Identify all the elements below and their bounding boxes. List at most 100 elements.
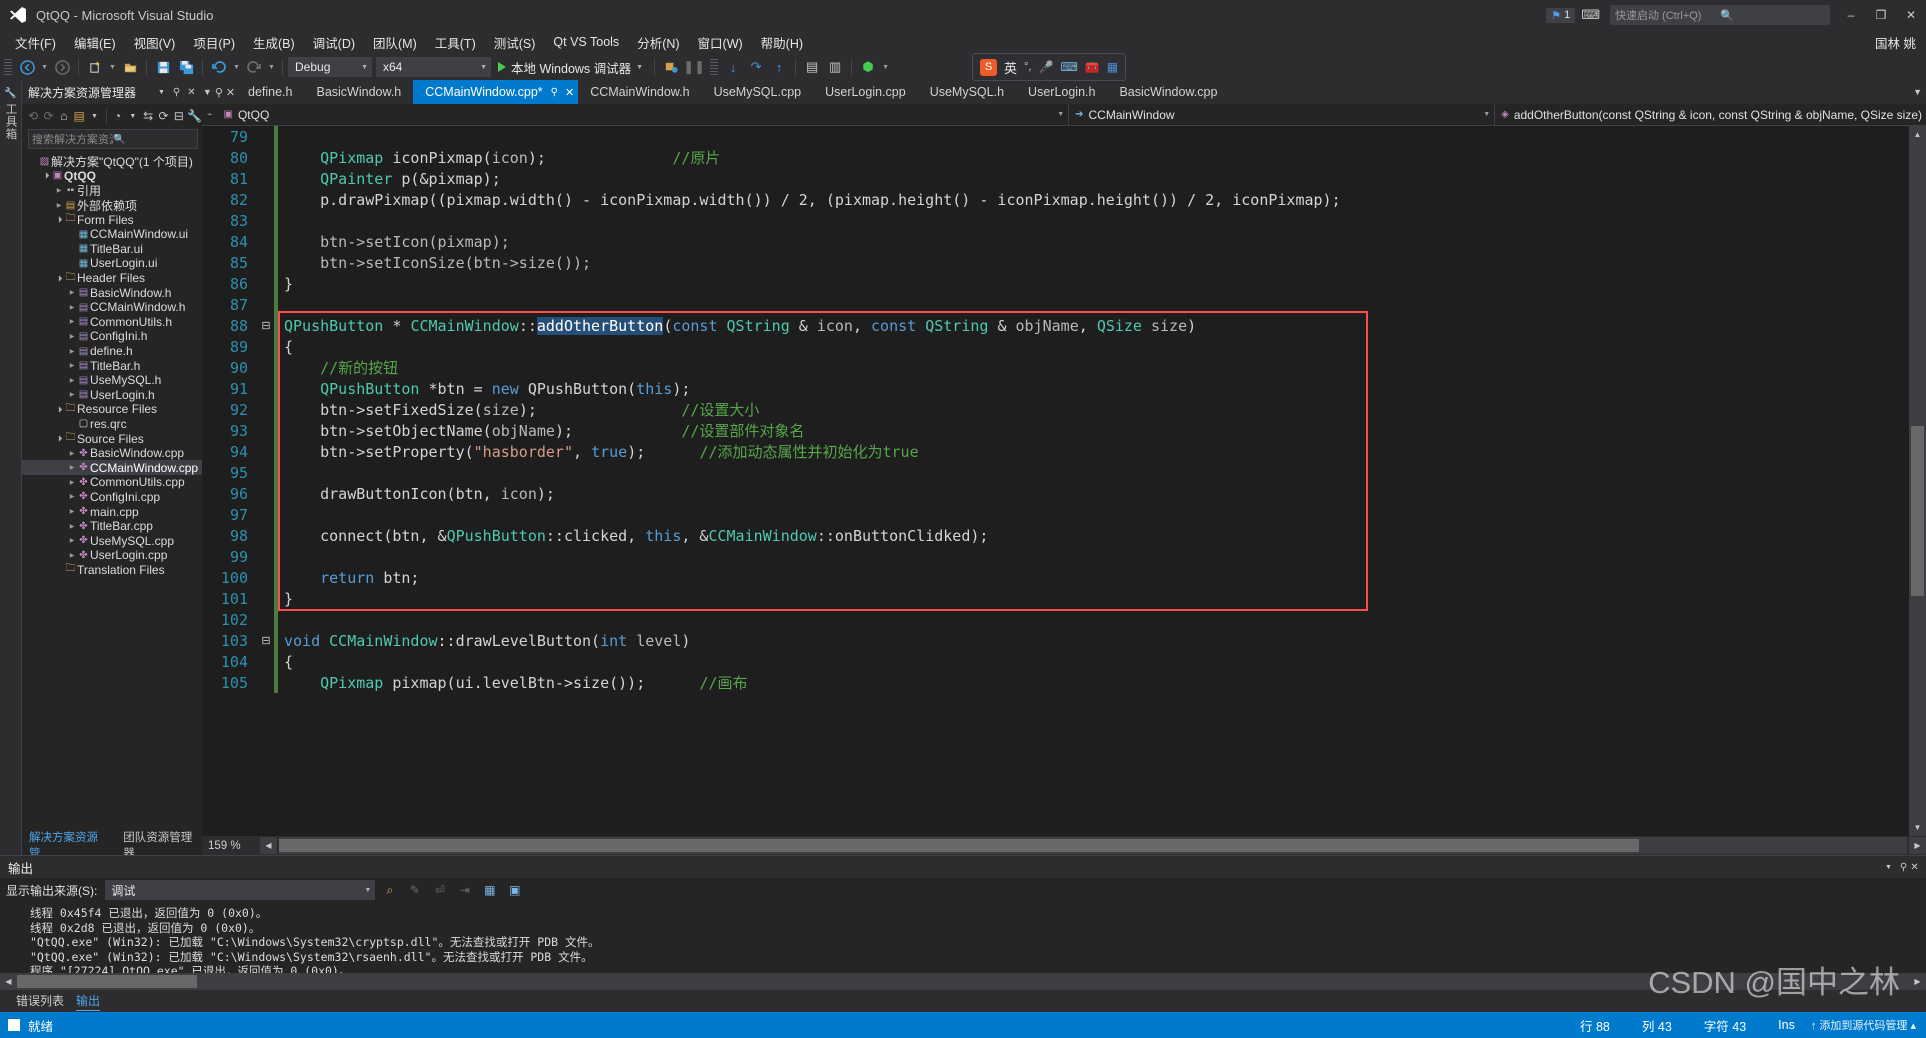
clear-all-icon[interactable]: ✎ <box>404 880 425 901</box>
solution-tree-item[interactable]: ▶ ✤ main.cpp <box>22 504 202 519</box>
navbar-member-dropdown[interactable]: ◈ addOtherButton(const QString & icon, c… <box>1495 104 1926 125</box>
attach-process-icon[interactable] <box>660 56 682 78</box>
menu-item-qt-vs-tools[interactable]: Qt VS Tools <box>544 33 628 51</box>
solution-tree-item[interactable]: ◢ 🗀 Source Files <box>22 431 202 446</box>
microphone-icon[interactable]: 🎤 <box>1038 60 1053 74</box>
solution-tree-item[interactable]: ▶ ▤ UserLogin.h <box>22 388 202 403</box>
solution-tree-item[interactable]: ▶ ▤ CCMainWindow.h <box>22 300 202 315</box>
qt-designer-icon[interactable]: ⬢ <box>857 56 879 78</box>
solution-tree-item[interactable]: ▶ ▤ define.h <box>22 344 202 359</box>
output-source-combo[interactable]: 调试 ▼ <box>105 880 376 900</box>
solution-tree-item[interactable]: ▶ ✤ TitleBar.cpp <box>22 519 202 534</box>
scroll-left-icon[interactable]: ◀ <box>260 837 277 854</box>
editor-horizontal-scrollbar[interactable] <box>279 837 1907 854</box>
expand-twisty-icon[interactable]: ▶ <box>67 493 77 500</box>
send-feedback-icon[interactable]: ⌨ <box>1581 7 1600 23</box>
solution-tree-item[interactable]: ▶ ✤ ConfigIni.cpp <box>22 490 202 505</box>
chevron-down-icon[interactable]: ▼ <box>154 83 169 101</box>
close-icon[interactable]: ✕ <box>565 86 574 99</box>
apps-grid-icon[interactable]: ▦ <box>1107 60 1118 74</box>
chevron-down-icon[interactable]: ▼ <box>203 87 212 97</box>
output-scroll-thumb[interactable] <box>17 975 197 988</box>
keyboard-icon[interactable]: ⌨ <box>1060 60 1077 74</box>
close-button[interactable]: ✕ <box>1896 0 1926 30</box>
editor-tab[interactable]: UseMySQL.h <box>918 80 1016 104</box>
vertical-scroll-thumb[interactable] <box>1911 426 1924 596</box>
comment-icon[interactable]: ▤ <box>801 56 823 78</box>
maximize-button[interactable]: ❐ <box>1866 0 1896 30</box>
solution-tree[interactable]: ▧ 解决方案"QtQQ"(1 个项目) ◢ ▣ QtQQ ▶ ▪▪ 引用 ▶ ▤ 外部依赖项 ◢ 🗀 Fo… <box>22 152 202 835</box>
ime-punctuation-icon[interactable]: °, <box>1024 61 1031 73</box>
solution-tree-item[interactable]: 🗀 Translation Files <box>22 563 202 578</box>
menu-item-file[interactable]: 文件(F) <box>6 31 65 54</box>
toggle-wordwrap-icon[interactable]: ⏎ <box>429 880 450 901</box>
editor-tab[interactable]: UserLogin.h <box>1016 80 1107 104</box>
code-editor[interactable]: 79 80 QPixmap iconPixmap(icon); //原片 81 QP… <box>202 126 1926 836</box>
pending-changes-icon[interactable]: ◔ <box>110 106 124 126</box>
solution-tree-item[interactable]: ▦ CCMainWindow.ui <box>22 227 202 242</box>
expand-twisty-icon[interactable]: ▶ <box>67 523 77 530</box>
bottom-tab-error-list[interactable]: 错误列表 <box>16 992 64 1010</box>
solution-tree-item[interactable]: ▧ 解决方案"QtQQ"(1 个项目) <box>22 154 202 169</box>
solution-tree-item[interactable]: ▶ ▤ CommonUtils.h <box>22 315 202 330</box>
expand-twisty-icon[interactable]: ▶ <box>67 537 77 544</box>
scroll-right-icon[interactable]: ▶ <box>1909 837 1926 854</box>
solution-config-combo[interactable]: Debug ▼ <box>288 57 372 77</box>
uncomment-icon[interactable]: ▥ <box>824 56 846 78</box>
editor-tab[interactable]: CCMainWindow.h <box>578 80 701 104</box>
menu-item-tools[interactable]: 工具(T) <box>426 31 485 54</box>
pin-icon[interactable]: ⚲ <box>551 87 558 98</box>
toolbar-grip-2[interactable] <box>710 59 719 75</box>
chevron-down-icon-2[interactable]: ▼ <box>126 106 140 126</box>
editor-zoom-level[interactable]: 159 % <box>202 840 260 852</box>
menu-item-help[interactable]: 帮助(H) <box>752 31 812 54</box>
home-icon[interactable]: ⌂ <box>57 106 71 126</box>
step-out-icon[interactable]: ↑ <box>768 56 790 78</box>
collapse-all-icon[interactable]: ⊟ <box>172 106 186 126</box>
pin-icon[interactable]: ⚲ <box>1896 858 1911 876</box>
redo-icon[interactable] <box>243 56 265 78</box>
back-icon[interactable]: ⟲ <box>26 106 40 126</box>
open-file-icon[interactable] <box>119 56 141 78</box>
solution-tree-item[interactable]: ◢ 🗀 Header Files <box>22 271 202 286</box>
expand-twisty-icon[interactable]: ▶ <box>67 348 77 355</box>
expand-twisty-icon[interactable]: ▶ <box>67 479 77 486</box>
properties-icon[interactable]: 🔧 <box>187 106 202 126</box>
editor-tab[interactable]: BasicWindow.h <box>304 80 413 104</box>
solution-tree-item[interactable]: ◢ 🗀 Form Files <box>22 212 202 227</box>
start-debugging-button[interactable]: 本地 Windows 调试器 ▼ <box>492 56 649 78</box>
menu-item-edit[interactable]: 编辑(E) <box>65 31 125 54</box>
toolbox-strip[interactable]: 🔧 工具箱 <box>0 80 22 855</box>
solution-tree-item[interactable]: ▶ ✤ BasicWindow.cpp <box>22 446 202 461</box>
menu-item-debug[interactable]: 调试(D) <box>304 31 364 54</box>
scroll-up-icon[interactable]: ▲ <box>1909 126 1926 143</box>
properties-icon[interactable]: ▦ <box>479 880 500 901</box>
solution-platform-combo[interactable]: x64 ▼ <box>376 57 491 77</box>
pin-icon[interactable]: ⚲ <box>169 83 184 101</box>
minimize-button[interactable]: – <box>1836 0 1866 30</box>
solution-explorer-search-input[interactable]: 搜索解决方案资源管理器(Ctrl+; 🔍 <box>28 129 198 149</box>
show-output-icon[interactable]: ▣ <box>504 880 525 901</box>
close-icon[interactable]: ✕ <box>1910 858 1926 876</box>
pause-icon[interactable]: ❚❚ <box>683 56 705 78</box>
solution-tree-item[interactable]: ▶ ▤ 外部依赖项 <box>22 198 202 213</box>
ime-mode-label[interactable]: 英 <box>1004 58 1017 77</box>
solution-tree-item[interactable]: ▶ ▤ ConfigIni.h <box>22 329 202 344</box>
expand-twisty-icon[interactable]: ▶ <box>67 304 77 311</box>
pin-icon[interactable]: ⚲ <box>215 86 223 99</box>
step-over-icon[interactable]: ↷ <box>745 56 767 78</box>
save-icon[interactable] <box>152 56 174 78</box>
sync-icon[interactable]: ⇆ <box>141 106 155 126</box>
add-to-source-control-button[interactable]: ↑ 添加到源代码管理 ▴ <box>1811 1017 1926 1033</box>
solution-tree-item[interactable]: ▦ TitleBar.ui <box>22 242 202 257</box>
navigate-forward-icon[interactable] <box>51 56 73 78</box>
menu-item-team[interactable]: 团队(M) <box>364 31 426 54</box>
show-all-files-icon[interactable]: ▤ <box>72 106 86 126</box>
expand-twisty-icon[interactable]: ▶ <box>67 464 77 471</box>
expand-twisty-icon[interactable]: ▶ <box>67 391 77 398</box>
menu-item-analyze[interactable]: 分析(N) <box>628 31 688 54</box>
refresh-icon[interactable]: ⟳ <box>156 106 170 126</box>
find-message-icon[interactable]: ⌕ <box>379 880 400 901</box>
editor-vertical-scrollbar[interactable]: ▲ ▼ <box>1909 126 1926 836</box>
menu-item-test[interactable]: 测试(S) <box>485 31 545 54</box>
